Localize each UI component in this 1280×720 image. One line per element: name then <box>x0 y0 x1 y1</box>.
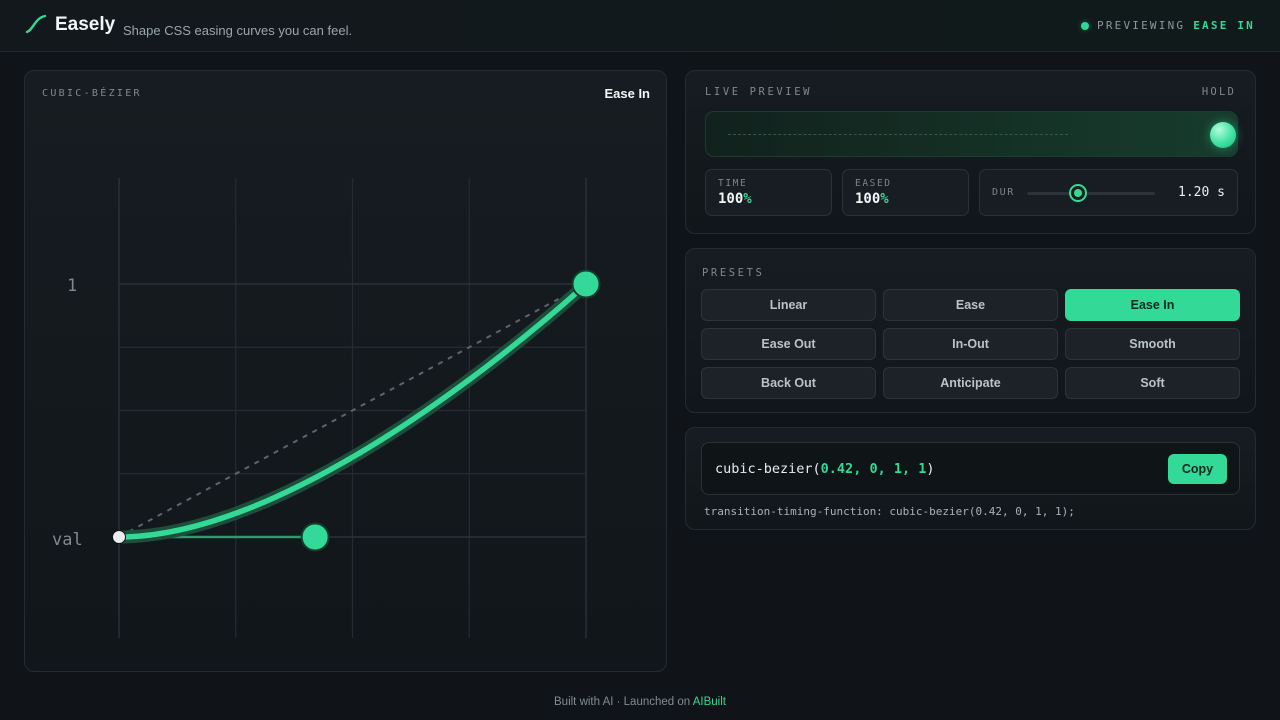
start-point <box>112 530 126 544</box>
copy-button[interactable]: Copy <box>1168 454 1227 484</box>
preset-back-out-button[interactable]: Back Out <box>701 367 876 399</box>
curve-grid <box>118 178 587 638</box>
control-point-2[interactable] <box>571 269 601 299</box>
duration-slider-track[interactable] <box>1027 192 1155 195</box>
preset-soft-button[interactable]: Soft <box>1065 367 1240 399</box>
eased-stat: EASED 100% <box>842 169 969 216</box>
status-label: PREVIEWING <box>1097 19 1186 32</box>
preset-ease-in-button[interactable]: Ease In <box>1065 289 1240 321</box>
tagline: Shape CSS easing curves you can feel. <box>123 23 353 38</box>
app-header: Easely Shape CSS easing curves you can f… <box>0 0 1280 52</box>
editor-title: CUBIC-BÉZIER <box>42 88 142 99</box>
time-stat: TIME 100% <box>705 169 832 216</box>
status-value: EASE IN <box>1193 19 1255 32</box>
css-declaration: transition-timing-function: cubic-bezier… <box>704 505 1075 518</box>
axis-label-top: 1 <box>67 276 77 296</box>
footer-text: Built with AI · Launched on <box>554 696 693 708</box>
duration-slider-thumb[interactable] <box>1069 184 1088 202</box>
status-dot-icon <box>1081 21 1089 30</box>
code-output: cubic-bezier(0.42, 0, 1, 1) Copy <box>701 442 1240 495</box>
preview-ball <box>1210 122 1236 148</box>
code-panel: cubic-bezier(0.42, 0, 1, 1) Copy transit… <box>685 427 1256 530</box>
presets-panel: PRESETS Linear Ease Ease In Ease Out In-… <box>685 248 1256 413</box>
curve-logo-icon <box>25 14 47 34</box>
time-label: TIME <box>718 178 748 189</box>
preview-status: PREVIEWING EASE IN <box>1081 19 1255 32</box>
preview-track <box>705 111 1238 157</box>
aibuilt-link[interactable]: AIBuilt <box>693 696 726 708</box>
preset-anticipate-button[interactable]: Anticipate <box>883 367 1058 399</box>
hold-toggle[interactable]: HOLD <box>1202 86 1236 98</box>
bezier-code: cubic-bezier(0.42, 0, 1, 1) <box>715 461 935 477</box>
duration-control: DUR 1.20 s <box>979 169 1238 216</box>
preset-ease-button[interactable]: Ease <box>883 289 1058 321</box>
eased-label: EASED <box>855 178 892 189</box>
live-preview-title: LIVE PREVIEW <box>705 86 813 98</box>
live-preview-panel: LIVE PREVIEW HOLD TIME 100% EASED 100% D… <box>685 70 1256 234</box>
control-point-1[interactable] <box>300 522 330 552</box>
footer: Built with AI · Launched on AIBuilt <box>0 696 1280 708</box>
preset-ease-out-button[interactable]: Ease Out <box>701 328 876 360</box>
brand-name: Easely <box>55 14 116 35</box>
duration-label: DUR <box>992 187 1015 198</box>
eased-value: 100% <box>855 191 889 207</box>
preset-smooth-button[interactable]: Smooth <box>1065 328 1240 360</box>
track-trail <box>728 134 1068 135</box>
curve-canvas[interactable]: 1 val <box>25 71 668 673</box>
presets-title: PRESETS <box>702 267 765 279</box>
duration-value: 1.20 s <box>1178 185 1225 200</box>
curve-editor-panel: 1 val CUBIC-BÉZIER Ease In <box>24 70 667 672</box>
axis-label-left: val <box>52 530 83 550</box>
preset-in-out-button[interactable]: In-Out <box>883 328 1058 360</box>
preset-linear-button[interactable]: Linear <box>701 289 876 321</box>
current-preset-name: Ease In <box>604 86 650 101</box>
time-value: 100% <box>718 191 752 207</box>
